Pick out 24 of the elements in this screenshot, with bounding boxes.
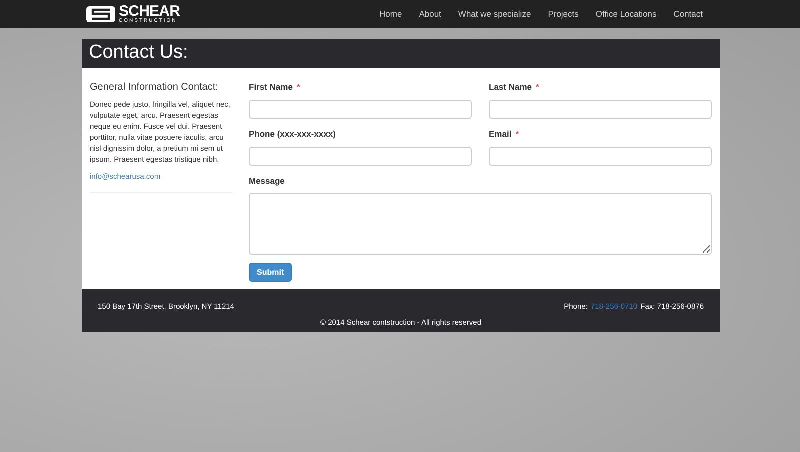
field-label: First Name xyxy=(249,81,293,94)
field-label: Email xyxy=(489,128,512,140)
field-label: Phone (xxx-xxx-xxxx) xyxy=(249,128,336,140)
nav-link[interactable]: Contact xyxy=(674,8,703,20)
nav-link[interactable]: Office Locations xyxy=(596,8,657,20)
nav-link[interactable]: About xyxy=(419,8,442,20)
logo-icon xyxy=(86,6,116,22)
page-title: Contact Us: xyxy=(89,41,188,66)
field-label: Last Name xyxy=(489,81,532,94)
message-field[interactable] xyxy=(249,193,712,256)
input-field[interactable] xyxy=(249,146,472,166)
submit-button[interactable]: Submit xyxy=(249,263,292,282)
nav-link[interactable]: Projects xyxy=(548,8,579,20)
nav-link[interactable]: Home xyxy=(380,8,402,20)
nav-link[interactable]: What we specialize xyxy=(458,8,532,20)
input-field[interactable] xyxy=(489,100,712,119)
required-mark: * xyxy=(536,81,540,94)
required-mark: * xyxy=(296,81,300,94)
info-heading: General Information Contact: xyxy=(90,81,220,95)
brand-name: SCHEAR xyxy=(119,4,180,19)
input-field[interactable] xyxy=(489,146,712,166)
required-mark: * xyxy=(516,128,519,140)
input-field[interactable] xyxy=(249,100,472,119)
field-label: Message xyxy=(249,174,285,188)
